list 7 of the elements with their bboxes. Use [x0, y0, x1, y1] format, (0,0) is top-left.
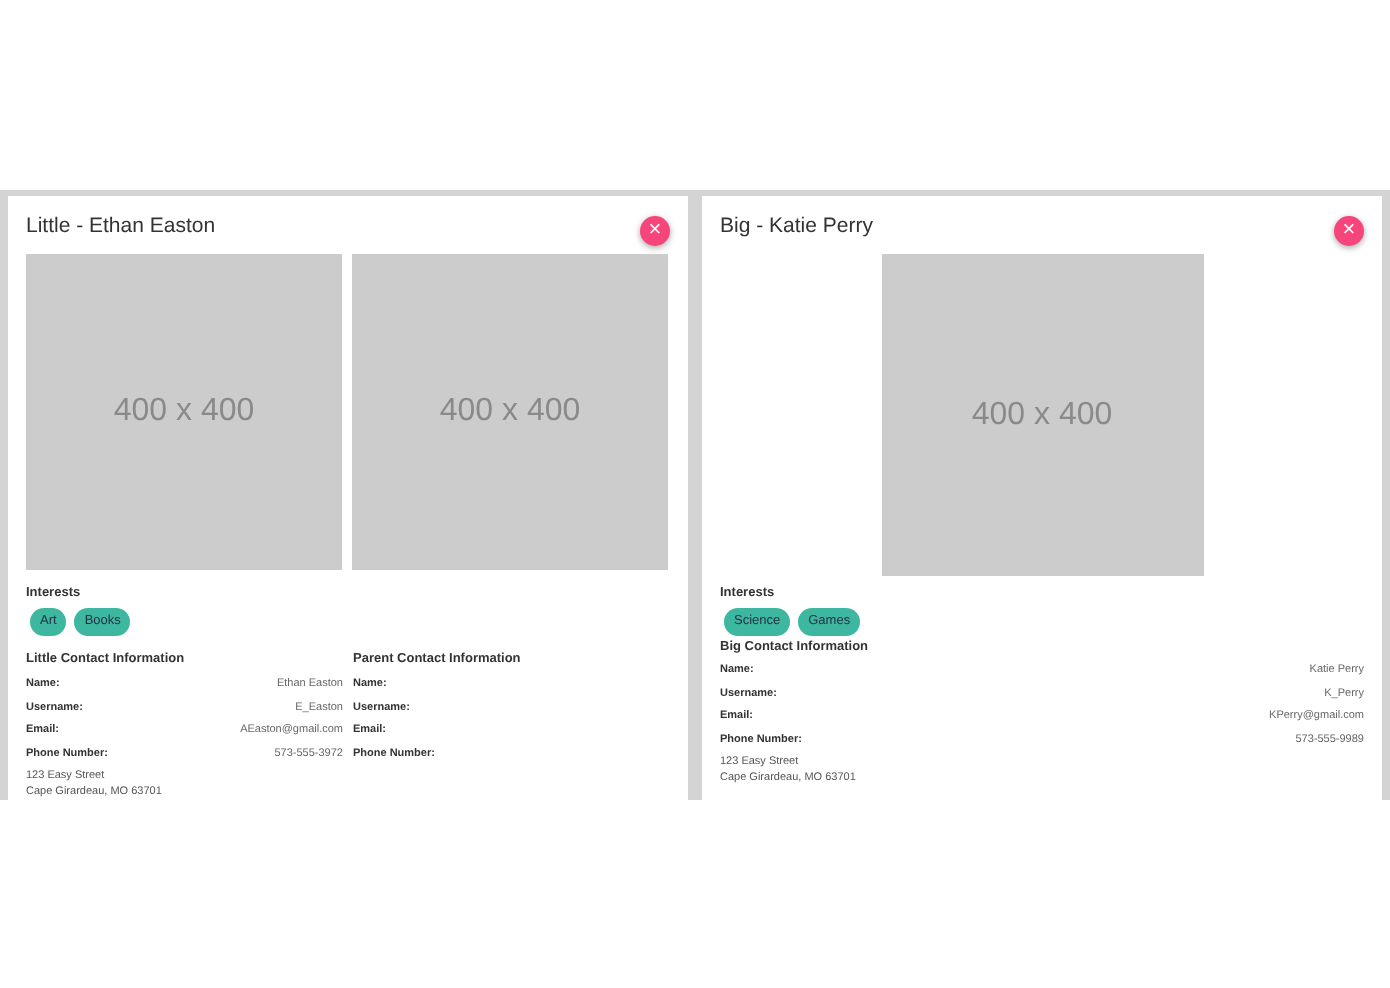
close-button[interactable]: ×: [640, 216, 670, 246]
placeholder-label: 400 x 400: [971, 395, 1113, 435]
placeholder-label: 400 x 400: [113, 392, 255, 432]
card-title: Little - Ethan Easton: [26, 212, 216, 240]
close-button[interactable]: ×: [1334, 216, 1364, 246]
placeholder-label: 400 x 400: [439, 392, 581, 432]
card-title: Big - Katie Perry: [720, 212, 873, 240]
